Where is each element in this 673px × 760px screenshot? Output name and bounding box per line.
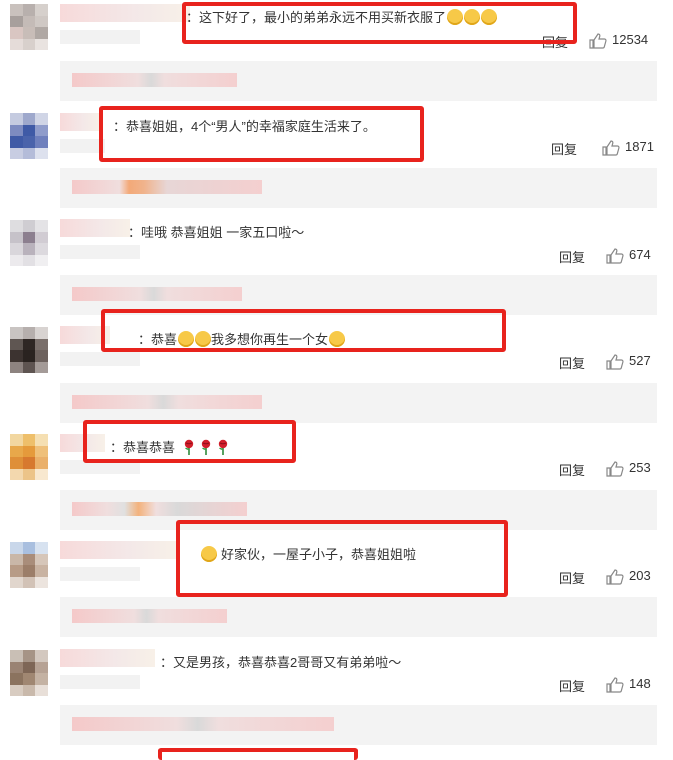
comment-text: ：又是男孩，恭喜恭喜2哥哥又有弟弟啦～ (160, 655, 402, 670)
reply-blurred (72, 287, 242, 301)
reply-blurred (72, 717, 334, 731)
like-count: 148 (629, 676, 651, 691)
meta-blurred (60, 30, 140, 44)
comment-actions: 回复 674 (536, 247, 656, 265)
reply-button[interactable]: 回复 (559, 676, 585, 695)
reply-button[interactable]: 回复 (559, 568, 585, 587)
thumbs-up-icon[interactable] (602, 140, 620, 156)
avatar[interactable] (10, 4, 48, 50)
avatar[interactable] (10, 434, 48, 480)
reply-button[interactable]: 回复 (559, 460, 585, 479)
thumbs-up-icon[interactable] (589, 33, 607, 49)
username-blurred[interactable] (60, 541, 178, 559)
highlight-box (83, 420, 296, 463)
highlight-box (182, 2, 577, 44)
avatar[interactable] (10, 113, 48, 159)
like-count: 253 (629, 460, 651, 475)
comment-actions: 回复 203 (536, 568, 656, 586)
reply-blurred (72, 609, 227, 623)
reply-thread (60, 705, 657, 745)
avatar[interactable] (10, 327, 48, 373)
thumbs-up-icon[interactable] (606, 248, 624, 264)
comment-actions: 回复 148 (536, 676, 656, 694)
thumbs-up-icon[interactable] (606, 569, 624, 585)
reply-blurred (72, 180, 262, 194)
username-blurred[interactable] (60, 219, 130, 237)
avatar[interactable] (10, 220, 48, 266)
comment-actions: 回复 1871 (536, 139, 656, 157)
comment-actions: 回复 253 (536, 460, 656, 478)
username-blurred[interactable] (60, 113, 100, 131)
highlight-box (176, 520, 508, 597)
reply-thread (60, 61, 657, 101)
thumbs-up-icon[interactable] (606, 677, 624, 693)
thumbs-up-icon[interactable] (606, 461, 624, 477)
like-count: 1871 (625, 139, 654, 154)
thumbs-up-icon[interactable] (606, 354, 624, 370)
like-count: 674 (629, 247, 651, 262)
reply-button[interactable]: 回复 (559, 247, 585, 266)
reply-button[interactable]: 回复 (551, 139, 577, 158)
highlight-box (99, 106, 424, 162)
comment-actions: 回复 527 (536, 353, 656, 371)
username-blurred[interactable] (60, 649, 155, 667)
reply-blurred (72, 395, 262, 409)
reply-blurred (72, 73, 237, 87)
like-count: 527 (629, 353, 651, 368)
highlight-box (101, 309, 506, 352)
avatar[interactable] (10, 650, 48, 696)
highlight-box (158, 748, 358, 760)
meta-blurred (60, 567, 140, 581)
reply-thread (60, 597, 657, 637)
like-count: 203 (629, 568, 651, 583)
meta-blurred (60, 352, 140, 366)
reply-button[interactable]: 回复 (559, 353, 585, 372)
like-count: 12534 (612, 32, 649, 47)
username-blurred[interactable] (60, 4, 190, 22)
meta-blurred (60, 245, 140, 259)
reply-thread (60, 383, 657, 423)
comment-text: ：哇哦 恭喜姐姐 一家五口啦～ (128, 225, 305, 240)
reply-thread (60, 168, 657, 208)
reply-blurred (72, 502, 247, 516)
avatar[interactable] (10, 542, 48, 588)
meta-blurred (60, 675, 140, 689)
